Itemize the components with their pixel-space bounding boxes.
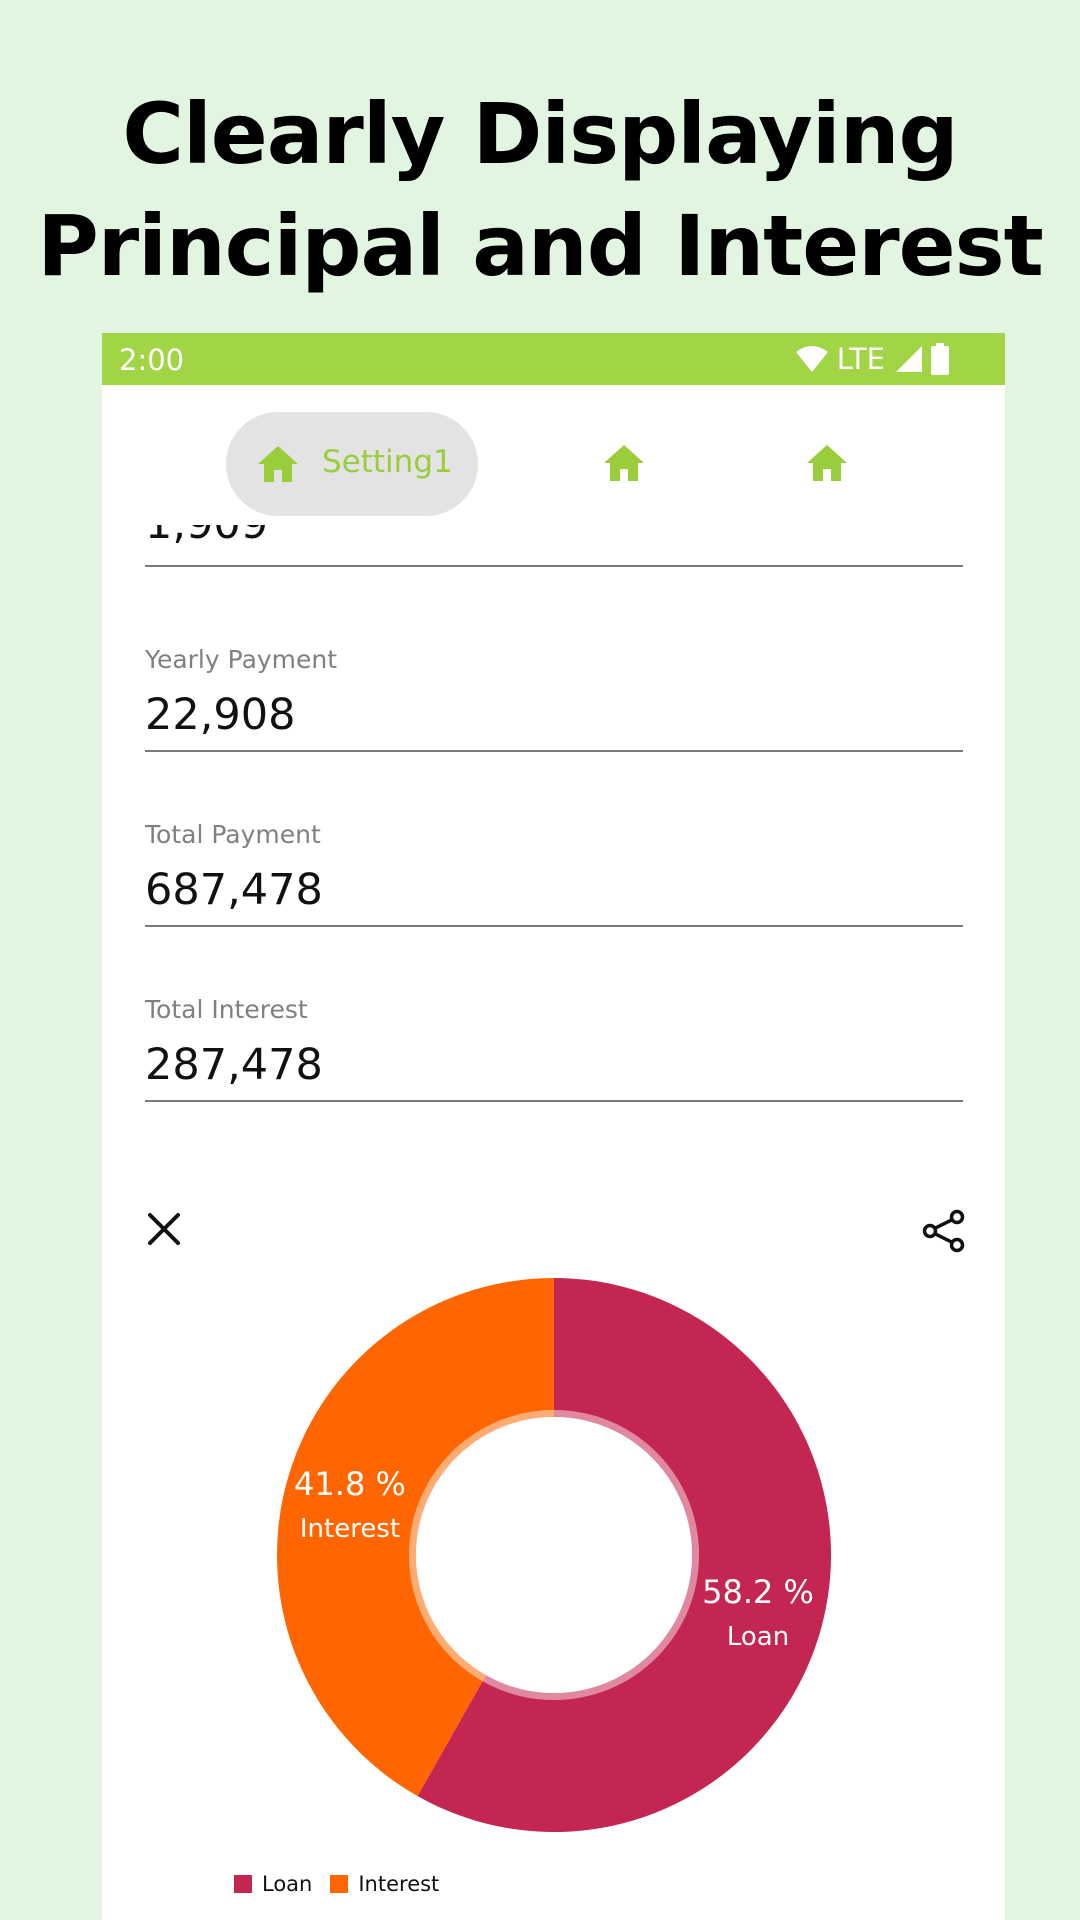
field-underline bbox=[145, 925, 963, 927]
tab-setting1[interactable]: Setting1 bbox=[226, 412, 478, 516]
field-underline bbox=[145, 565, 963, 567]
tab-3[interactable] bbox=[805, 443, 849, 488]
data-label-percent-interest: 41.8 % bbox=[294, 1465, 406, 1503]
total-payment-field[interactable]: Total Payment 687,478 bbox=[145, 820, 963, 960]
battery-icon bbox=[931, 343, 949, 375]
tab-2[interactable] bbox=[602, 443, 646, 488]
status-time: 2:00 bbox=[119, 343, 185, 377]
tab-bar: Setting1 bbox=[102, 385, 1005, 525]
field-value: 287,478 bbox=[145, 1040, 323, 1090]
field-underline bbox=[145, 1100, 963, 1102]
headline: Clearly Displaying Principal and Interes… bbox=[0, 78, 1080, 302]
cell-signal-icon bbox=[896, 346, 922, 372]
home-icon bbox=[604, 445, 644, 481]
wifi-icon bbox=[795, 346, 828, 372]
data-label-name-loan: Loan bbox=[727, 1622, 789, 1652]
field-label: Yearly Payment bbox=[145, 645, 338, 674]
data-label-name-interest: Interest bbox=[300, 1514, 400, 1544]
field-label: Total Payment bbox=[145, 820, 321, 849]
legend-label: Interest bbox=[358, 1872, 440, 1896]
total-interest-field[interactable]: Total Interest 287,478 bbox=[145, 995, 963, 1135]
monthly-payment-field[interactable]: 1,909 bbox=[145, 525, 963, 583]
yearly-payment-field[interactable]: Yearly Payment 22,908 bbox=[145, 645, 963, 785]
chart-panel: 58.2 % Loan 41.8 % Interest bbox=[102, 1165, 1005, 1920]
tab-label: Setting1 bbox=[322, 444, 453, 480]
status-bar: 2:00 LTE bbox=[102, 333, 1005, 385]
network-type: LTE bbox=[836, 342, 885, 376]
phone-screen: 2:00 LTE Setting1 Yearly Payment 22,908 … bbox=[102, 333, 1005, 1920]
home-icon bbox=[807, 445, 847, 481]
field-value: 687,478 bbox=[145, 865, 323, 915]
headline-line-2: Principal and Interest bbox=[37, 197, 1044, 295]
field-value: 22,908 bbox=[145, 690, 296, 740]
legend-swatch-loan bbox=[234, 1875, 252, 1893]
data-label-percent-loan: 58.2 % bbox=[702, 1573, 814, 1611]
home-icon bbox=[258, 446, 298, 482]
donut-center bbox=[416, 1417, 692, 1693]
legend-label: Loan bbox=[262, 1872, 313, 1896]
legend-swatch-interest bbox=[330, 1875, 349, 1893]
results-scroll-area[interactable]: 1,909 Yearly Payment 22,908 Total Paymen… bbox=[102, 525, 1005, 1920]
chart-legend: Loan Interest bbox=[234, 1869, 447, 1899]
field-underline bbox=[145, 750, 963, 752]
legend-item-interest: Interest bbox=[330, 1872, 439, 1896]
status-icons: LTE bbox=[795, 341, 949, 377]
field-value: 1,909 bbox=[145, 525, 963, 549]
donut-chart: 58.2 % Loan 41.8 % Interest bbox=[277, 1278, 832, 1832]
legend-item-loan: Loan bbox=[234, 1872, 312, 1896]
headline-line-1: Clearly Displaying bbox=[122, 85, 958, 183]
field-label: Total Interest bbox=[145, 995, 308, 1024]
